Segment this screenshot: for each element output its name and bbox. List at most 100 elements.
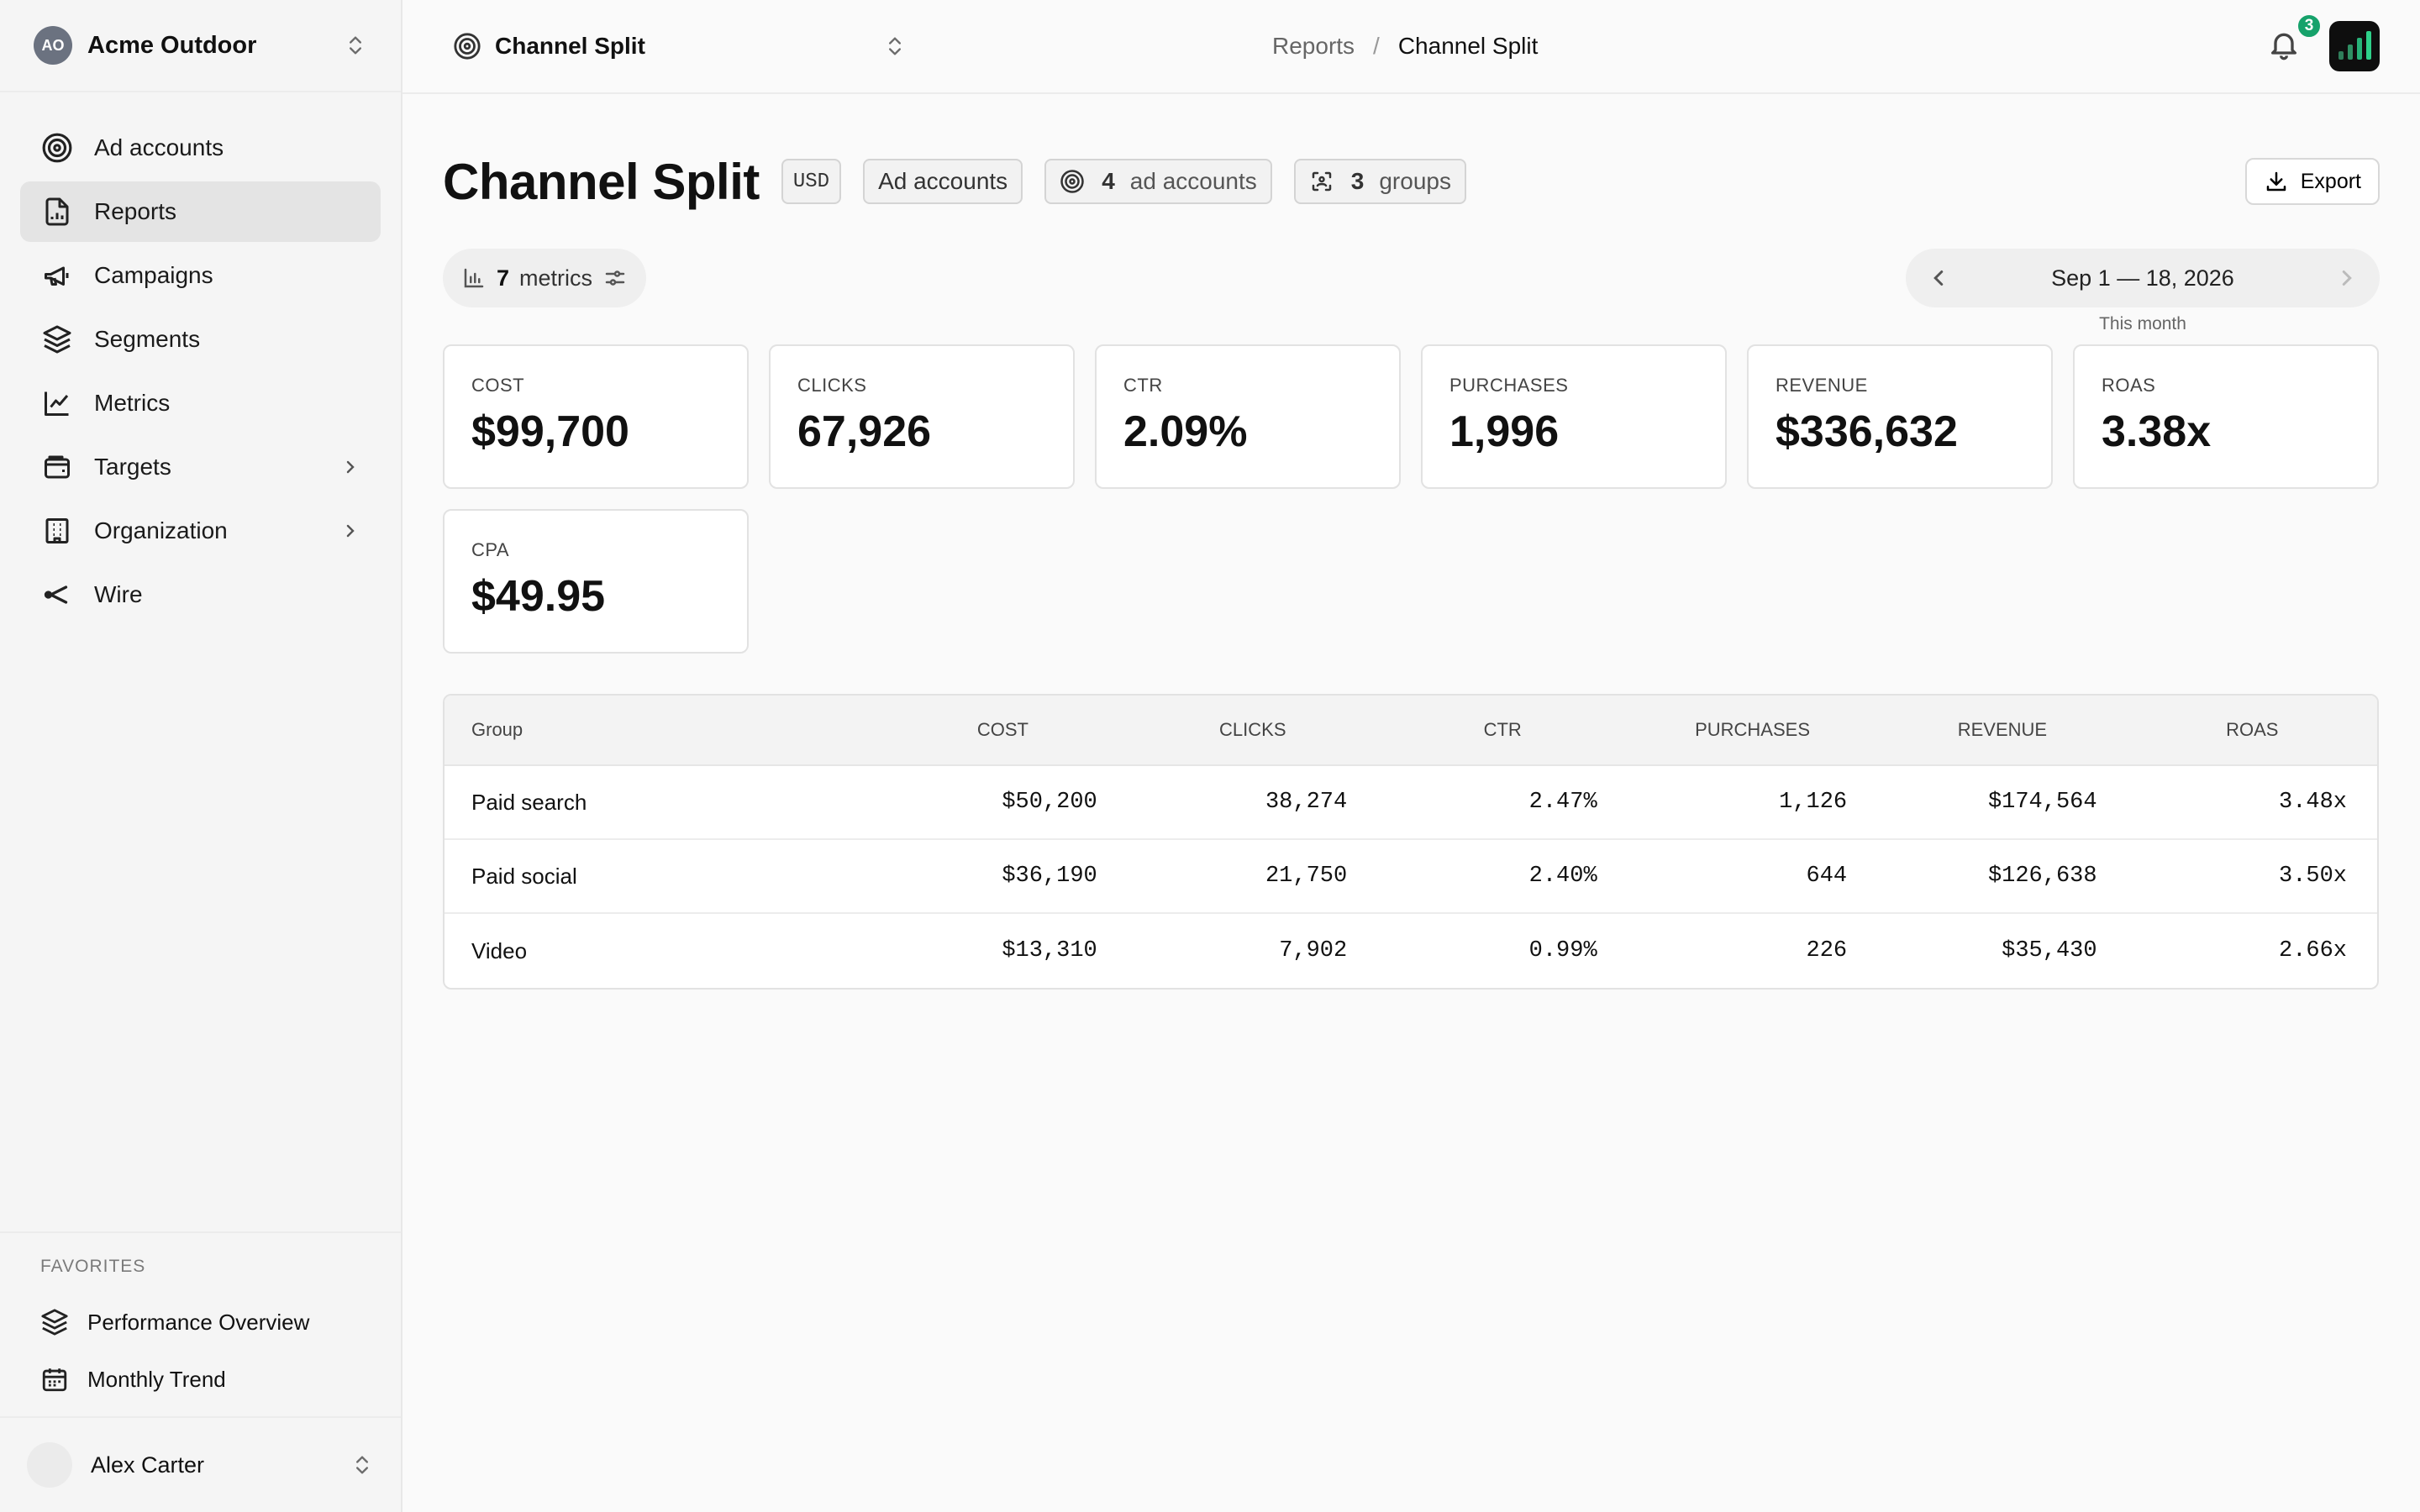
favorite-label: Monthly Trend bbox=[87, 1366, 226, 1392]
chevron-left-icon[interactable] bbox=[1926, 265, 1951, 291]
metrics-selector[interactable]: 7 metrics bbox=[443, 249, 647, 307]
notification-badge: 3 bbox=[2296, 13, 2323, 39]
breadcrumb-reports[interactable]: Reports bbox=[1272, 33, 1355, 60]
cell-purchases: 226 bbox=[1806, 938, 1848, 963]
favorite-label: Performance Overview bbox=[87, 1309, 310, 1335]
column-header-purchases[interactable]: PURCHASES bbox=[1628, 719, 1877, 741]
target-icon bbox=[454, 33, 481, 60]
avatar bbox=[27, 1442, 72, 1488]
scan-icon bbox=[1312, 171, 1332, 192]
notifications-button[interactable]: 3 bbox=[2267, 13, 2323, 65]
cell-ctr: 2.47% bbox=[1528, 790, 1597, 815]
breadcrumb-current: Channel Split bbox=[1397, 33, 1539, 59]
ad-accounts-label: Ad accounts bbox=[878, 168, 1008, 194]
cell-group: Video bbox=[471, 937, 528, 963]
metric-card-cpa: CPA $49.95 bbox=[443, 509, 749, 654]
chevron-right-icon bbox=[346, 460, 355, 474]
wallet-icon bbox=[40, 450, 74, 484]
cell-purchases: 1,126 bbox=[1779, 790, 1848, 815]
column-header-cost[interactable]: COST bbox=[878, 719, 1128, 741]
bell-icon bbox=[2271, 33, 2296, 60]
org-name: Acme Outdoor bbox=[87, 31, 257, 59]
column-header-clicks[interactable]: CLICKS bbox=[1128, 719, 1377, 741]
column-header-ctr[interactable]: CTR bbox=[1377, 719, 1627, 741]
metric-card-revenue: REVENUE $336,632 bbox=[1747, 344, 2053, 489]
ad-accounts-filter[interactable]: Ad accounts bbox=[863, 159, 1023, 204]
column-header-revenue[interactable]: REVENUE bbox=[1877, 719, 2127, 741]
table-header: Group COST CLICKS CTR PURCHASES REVENUE … bbox=[445, 696, 2377, 766]
table-row[interactable]: Paid social $36,190 21,750 2.40% 644 $12… bbox=[445, 840, 2377, 914]
sidebar-item-label: Segments bbox=[94, 326, 201, 352]
table-row[interactable]: Paid search $50,200 38,274 2.47% 1,126 $… bbox=[445, 766, 2377, 840]
date-range-subtitle: This month bbox=[2099, 314, 2186, 333]
building-icon bbox=[40, 514, 74, 548]
cell-roas: 3.50x bbox=[2279, 864, 2348, 889]
metric-card-cost: COST $99,700 bbox=[443, 344, 749, 489]
cell-clicks: 7,902 bbox=[1279, 938, 1348, 963]
sidebar-nav: Ad accounts Reports Campaigns Segments M… bbox=[0, 92, 401, 650]
table-row[interactable]: Video $13,310 7,902 0.99% 226 $35,430 2.… bbox=[445, 914, 2377, 988]
metrics-count: 7 bbox=[497, 265, 510, 291]
cell-roas: 3.48x bbox=[2279, 790, 2348, 815]
sidebar-item-campaigns[interactable]: Campaigns bbox=[20, 245, 381, 306]
date-range-pill[interactable]: Sep 1 — 18, 2026 bbox=[1906, 249, 2380, 307]
cell-clicks: 21,750 bbox=[1265, 864, 1348, 889]
cell-ctr: 0.99% bbox=[1528, 938, 1597, 963]
report-selector-label: Channel Split bbox=[495, 33, 645, 59]
line-chart-icon bbox=[40, 386, 74, 420]
sidebar-item-metrics[interactable]: Metrics bbox=[20, 373, 381, 433]
cell-cost: $36,190 bbox=[1002, 864, 1097, 889]
favorite-monthly-trend[interactable]: Monthly Trend bbox=[20, 1351, 381, 1408]
cell-group: Paid social bbox=[471, 863, 577, 889]
column-header-roas[interactable]: ROAS bbox=[2128, 719, 2377, 741]
cell-purchases: 644 bbox=[1806, 864, 1848, 889]
favorite-performance-overview[interactable]: Performance Overview bbox=[20, 1294, 381, 1351]
sidebar-item-organization[interactable]: Organization bbox=[20, 501, 381, 561]
layers-icon bbox=[41, 1309, 68, 1336]
chevron-right-icon[interactable] bbox=[2334, 265, 2360, 291]
metric-label: CTR bbox=[1123, 375, 1163, 396]
metric-value: 67,926 bbox=[797, 407, 932, 456]
metric-value: 1,996 bbox=[1449, 407, 1560, 456]
metric-cards: COST $99,700 CLICKS 67,926 CTR 2.09% PURCHA… bbox=[443, 344, 2380, 654]
sidebar-item-label: Targets bbox=[94, 454, 171, 480]
date-range-label: Sep 1 — 18, 2026 bbox=[2051, 265, 2234, 291]
sidebar-item-targets[interactable]: Targets bbox=[20, 437, 381, 497]
chevron-right-icon bbox=[346, 524, 355, 538]
column-header-group[interactable]: Group bbox=[445, 719, 878, 741]
app-root: AO Acme Outdoor Ad accounts Reports Camp… bbox=[0, 0, 2420, 1512]
cell-clicks: 38,274 bbox=[1265, 790, 1348, 815]
sidebar-item-label: Campaigns bbox=[94, 262, 213, 288]
sidebar-item-reports[interactable]: Reports bbox=[20, 181, 381, 242]
calendar-icon bbox=[42, 1368, 67, 1392]
favorites-title: FAVORITES bbox=[40, 1257, 146, 1276]
metric-label: REVENUE bbox=[1776, 375, 1868, 396]
report-selector[interactable]: Channel Split bbox=[453, 32, 907, 60]
cell-revenue: $174,564 bbox=[1987, 790, 2097, 815]
user-menu[interactable]: Alex Carter bbox=[0, 1416, 401, 1512]
app-logo[interactable] bbox=[2329, 21, 2380, 71]
groups-count-chip[interactable]: 3 groups bbox=[1293, 159, 1466, 204]
accounts-count-chip[interactable]: 4 ad accounts bbox=[1044, 159, 1272, 204]
user-name: Alex Carter bbox=[91, 1452, 205, 1478]
sidebar-item-wire[interactable]: Wire bbox=[20, 564, 381, 625]
page-title: Channel Split bbox=[443, 153, 760, 210]
sidebar-item-segments[interactable]: Segments bbox=[20, 309, 381, 370]
sidebar-item-label: Organization bbox=[94, 517, 228, 543]
export-button[interactable]: Export bbox=[2244, 158, 2380, 205]
metric-card-roas: ROAS 3.38x bbox=[2073, 344, 2379, 489]
cell-roas: 2.66x bbox=[2279, 938, 2348, 963]
org-avatar: AO bbox=[34, 26, 72, 65]
metric-label: COST bbox=[471, 375, 525, 396]
cell-cost: $50,200 bbox=[1002, 790, 1097, 815]
metric-value: $49.95 bbox=[471, 572, 606, 621]
metric-card-purchases: PURCHASES 1,996 bbox=[1421, 344, 1727, 489]
accounts-count: 4 bbox=[1102, 168, 1115, 194]
org-switcher[interactable]: AO Acme Outdoor bbox=[0, 0, 401, 92]
favorites-section: FAVORITES Performance Overview Monthly T… bbox=[0, 1231, 401, 1416]
sidebar-item-label: Ad accounts bbox=[94, 134, 224, 160]
metric-value: $336,632 bbox=[1776, 407, 1958, 456]
metric-label: CPA bbox=[471, 539, 510, 560]
sidebar-item-ad-accounts[interactable]: Ad accounts bbox=[20, 118, 381, 178]
sidebar-item-label: Reports bbox=[94, 198, 177, 224]
